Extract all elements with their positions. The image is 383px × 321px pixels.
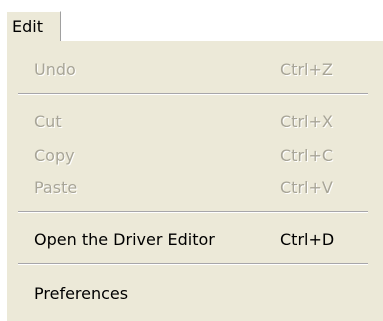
menu-item-cut[interactable]: Cut Ctrl+X [12, 106, 364, 136]
menu-item-label: Undo [34, 60, 76, 79]
menu-item-copy[interactable]: Copy Ctrl+C [12, 140, 364, 170]
menu-item-label: Preferences [34, 284, 129, 303]
menu-item-paste[interactable]: Paste Ctrl+V [12, 172, 364, 202]
menubar-edit[interactable]: Edit [6, 11, 61, 41]
menu-item-shortcut: Ctrl+D [280, 230, 335, 249]
menu-item-shortcut: Ctrl+X [280, 112, 333, 131]
menu-item-open-driver-editor[interactable]: Open the Driver Editor Ctrl+D [12, 224, 364, 254]
menu-separator [18, 263, 368, 265]
menu-item-label: Copy [34, 146, 75, 165]
menu-item-label: Paste [34, 178, 78, 197]
menu-item-label: Open the Driver Editor [34, 230, 215, 249]
menu-item-shortcut: Ctrl+C [280, 146, 334, 165]
menu-item-shortcut: Ctrl+V [280, 178, 333, 197]
menu-item-label: Cut [34, 112, 62, 131]
menu-separator [18, 211, 368, 213]
menubar-edit-label: Edit [12, 17, 43, 36]
menu-item-preferences[interactable]: Preferences [12, 278, 364, 308]
menu-item-shortcut: Ctrl+Z [280, 60, 333, 79]
menu-item-undo[interactable]: Undo Ctrl+Z [12, 54, 364, 84]
menu-separator [18, 93, 368, 95]
